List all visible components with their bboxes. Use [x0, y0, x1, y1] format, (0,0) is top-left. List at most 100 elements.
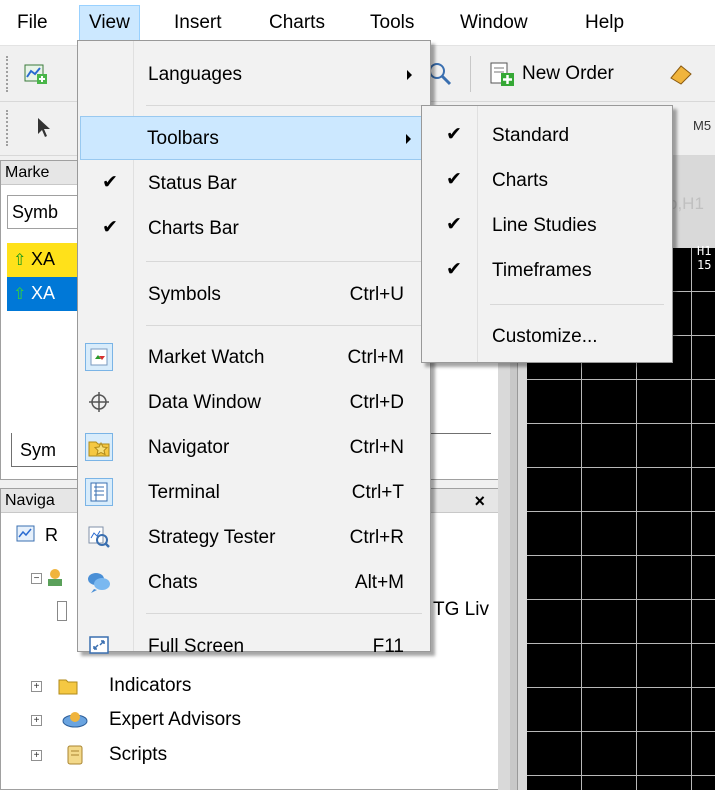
menu-separator: [490, 304, 664, 305]
submenu-arrow-icon: [406, 134, 411, 144]
menu-item-label: Symbols: [148, 284, 221, 305]
submenu-item-label: Timeframes: [492, 260, 592, 281]
cursor-arrow-icon[interactable]: [28, 112, 60, 144]
mt4-root-icon: [15, 523, 37, 545]
menu-file[interactable]: File: [8, 5, 57, 41]
tree-item-indicators[interactable]: Indicators: [109, 672, 191, 700]
menu-charts[interactable]: Charts: [260, 5, 334, 41]
menu-item-label: Status Bar: [148, 173, 237, 194]
new-chart-icon[interactable]: [22, 60, 50, 88]
menu-item-shortcut: Ctrl+R: [349, 527, 404, 548]
chart-tab-title[interactable]: o,H1: [668, 194, 704, 214]
menu-help[interactable]: Help: [576, 5, 633, 41]
view-menu-dropdown: Languages Toolbars ✔ Status Bar ✔ Charts…: [77, 40, 431, 657]
chart-header-text: H1 15: [697, 244, 712, 272]
checkmark-icon: ✔: [446, 169, 462, 190]
tree-expander[interactable]: −: [31, 573, 42, 584]
menu-item-shortcut: F11: [372, 636, 404, 657]
autotrading-icon[interactable]: [666, 60, 696, 88]
menu-insert[interactable]: Insert: [165, 5, 231, 41]
menu-item-data-window[interactable]: Data Window Ctrl+D: [80, 381, 428, 425]
submenu-arrow-icon: [407, 70, 412, 80]
tree-expander[interactable]: +: [31, 715, 42, 726]
menu-item-label: Data Window: [148, 392, 261, 413]
submenu-item-charts[interactable]: ✔ Charts: [424, 159, 670, 203]
strategy-tester-icon: [85, 523, 113, 551]
checkmark-icon: ✔: [446, 259, 462, 280]
menu-item-shortcut: Ctrl+N: [349, 437, 404, 458]
menu-item-chats[interactable]: Chats Alt+M: [80, 561, 428, 605]
timeframe-m5-button[interactable]: M5: [693, 118, 711, 133]
menu-item-shortcut: Ctrl+T: [351, 482, 404, 503]
menu-item-shortcut: Ctrl+D: [349, 392, 404, 413]
tree-expander[interactable]: +: [31, 681, 42, 692]
menu-item-terminal[interactable]: Terminal Ctrl+T: [80, 471, 428, 515]
chat-bubbles-icon: [85, 568, 113, 596]
submenu-item-label: Customize...: [492, 326, 598, 347]
menu-item-navigator[interactable]: Navigator Ctrl+N: [80, 426, 428, 470]
menu-item-strategy-tester[interactable]: Strategy Tester Ctrl+R: [80, 516, 428, 560]
symbol-name: XA: [31, 249, 56, 269]
toolbar-separator: [470, 56, 471, 92]
menu-item-toolbars[interactable]: Toolbars: [80, 116, 428, 160]
menu-item-label: Full Screen: [148, 636, 245, 657]
submenu-item-standard[interactable]: ✔ Standard: [424, 114, 670, 158]
tree-item-expert-advisors[interactable]: Expert Advisors: [109, 706, 241, 734]
menu-item-full-screen[interactable]: Full Screen F11: [80, 627, 428, 667]
toolbar-grip[interactable]: [6, 56, 11, 92]
menu-separator: [146, 261, 422, 262]
menu-tools[interactable]: Tools: [361, 5, 423, 41]
expert-advisors-icon: [61, 709, 89, 731]
menu-window[interactable]: Window: [451, 5, 537, 41]
submenu-item-timeframes[interactable]: ✔ Timeframes: [424, 249, 670, 293]
accounts-icon: [45, 567, 65, 587]
menu-item-label: Languages: [148, 64, 243, 85]
menu-item-label: Terminal: [148, 482, 220, 503]
scripts-icon: [63, 743, 87, 767]
navigator-root-label[interactable]: R: [45, 523, 58, 547]
menu-separator: [146, 105, 422, 106]
menu-item-shortcut: Ctrl+U: [349, 284, 404, 305]
submenu-item-line-studies[interactable]: ✔ Line Studies: [424, 204, 670, 248]
menu-item-market-watch[interactable]: Market Watch Ctrl+M: [80, 336, 428, 380]
menu-item-label: Toolbars: [147, 128, 219, 149]
menu-item-charts-bar[interactable]: ✔ Charts Bar: [80, 207, 428, 251]
menu-item-shortcut: Ctrl+M: [347, 347, 404, 368]
menu-item-symbols[interactable]: Symbols Ctrl+U: [80, 273, 428, 317]
indicators-icon: [57, 675, 79, 697]
up-arrow-icon: ⇧: [13, 286, 27, 303]
submenu-item-label: Standard: [492, 125, 570, 146]
account-icon: [57, 601, 67, 621]
close-icon[interactable]: ×: [474, 491, 485, 511]
menu-item-label: Chats: [148, 572, 198, 593]
toolbars-submenu: ✔ Standard ✔ Charts ✔ Line Studies ✔ Tim…: [421, 105, 673, 363]
submenu-item-customize[interactable]: Customize...: [424, 315, 670, 359]
checkmark-icon: ✔: [446, 214, 462, 235]
checkmark-icon: ✔: [102, 217, 118, 238]
menu-item-shortcut: Alt+M: [354, 572, 404, 593]
fullscreen-icon: [85, 631, 113, 659]
menu-item-label: Strategy Tester: [148, 527, 276, 548]
menu-item-languages[interactable]: Languages: [80, 53, 428, 97]
crosshair-icon: [85, 388, 113, 416]
up-arrow-icon: ⇧: [13, 252, 27, 269]
account-label[interactable]: TG Liv: [433, 597, 489, 623]
market-watch-icon: [85, 343, 113, 371]
toolbar-grip[interactable]: [6, 110, 11, 146]
menu-item-label: Market Watch: [148, 347, 265, 368]
tree-expander[interactable]: +: [31, 750, 42, 761]
tree-item-scripts[interactable]: Scripts: [109, 741, 167, 769]
terminal-icon: [85, 478, 113, 506]
symbol-name: XA: [31, 283, 56, 303]
navigator-star-icon: [85, 433, 113, 461]
new-order-label[interactable]: New Order: [522, 60, 614, 88]
submenu-item-label: Line Studies: [492, 215, 597, 236]
submenu-item-label: Charts: [492, 170, 548, 191]
menu-separator: [146, 613, 422, 614]
menu-item-label: Navigator: [148, 437, 230, 458]
checkmark-icon: ✔: [102, 172, 118, 193]
menu-view[interactable]: View: [79, 5, 140, 41]
menu-separator: [146, 325, 422, 326]
menu-item-status-bar[interactable]: ✔ Status Bar: [80, 162, 428, 206]
new-order-icon[interactable]: [487, 59, 517, 89]
